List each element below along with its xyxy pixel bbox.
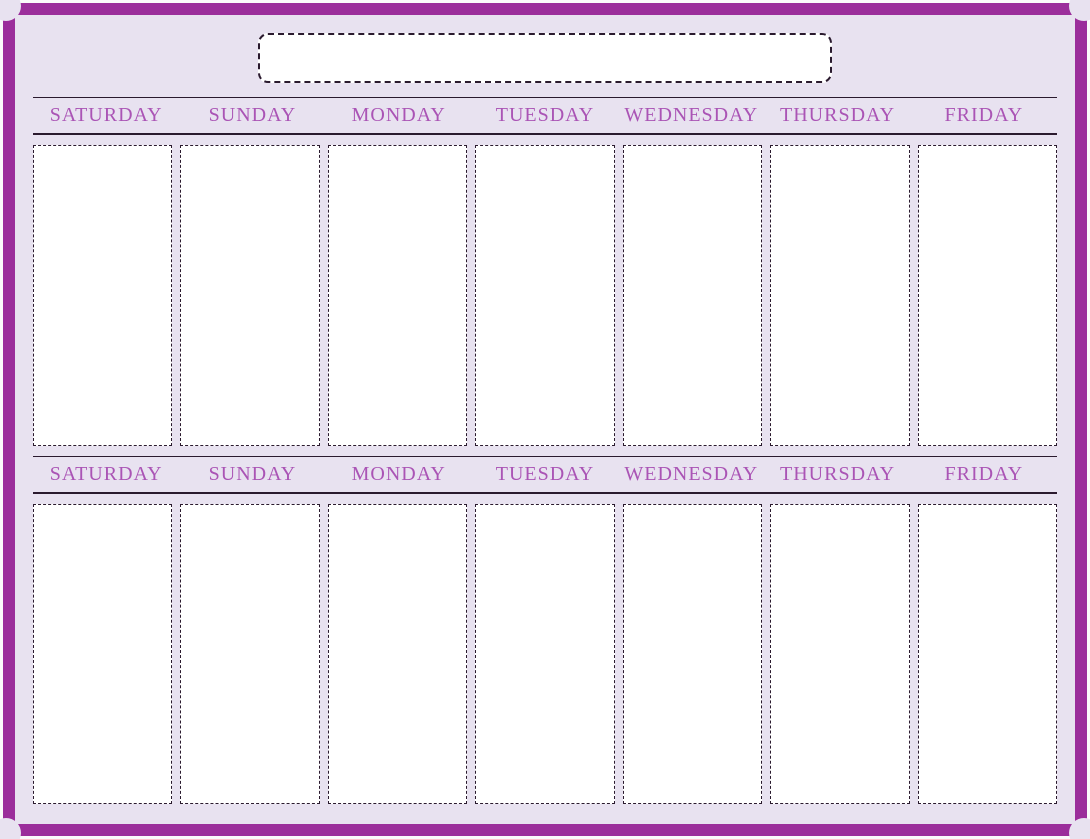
day-boxes-row	[33, 504, 1057, 805]
day-header-saturday: SATURDAY	[33, 102, 179, 129]
planner-frame: SATURDAY SUNDAY MONDAY TUESDAY WEDNESDAY…	[3, 3, 1087, 836]
day-header-wednesday: WEDNESDAY	[618, 102, 764, 129]
day-header-sunday: SUNDAY	[179, 102, 325, 129]
title-box[interactable]	[258, 33, 832, 83]
day-box-monday[interactable]	[328, 504, 467, 805]
day-headers-row: SATURDAY SUNDAY MONDAY TUESDAY WEDNESDAY…	[33, 461, 1057, 488]
day-box-friday[interactable]	[918, 145, 1057, 446]
day-header-tuesday: TUESDAY	[472, 461, 618, 488]
week-2: SATURDAY SUNDAY MONDAY TUESDAY WEDNESDAY…	[33, 456, 1057, 805]
day-box-saturday[interactable]	[33, 145, 172, 446]
planner-panel: SATURDAY SUNDAY MONDAY TUESDAY WEDNESDAY…	[15, 15, 1075, 824]
day-box-wednesday[interactable]	[623, 504, 762, 805]
day-header-tuesday: TUESDAY	[472, 102, 618, 129]
title-area	[33, 33, 1057, 83]
day-header-thursday: THURSDAY	[764, 461, 910, 488]
day-box-friday[interactable]	[918, 504, 1057, 805]
day-box-saturday[interactable]	[33, 504, 172, 805]
day-box-tuesday[interactable]	[475, 504, 614, 805]
rule-line	[33, 133, 1057, 135]
day-box-thursday[interactable]	[770, 145, 909, 446]
day-headers-row: SATURDAY SUNDAY MONDAY TUESDAY WEDNESDAY…	[33, 102, 1057, 129]
day-box-tuesday[interactable]	[475, 145, 614, 446]
day-box-monday[interactable]	[328, 145, 467, 446]
rule-line	[33, 492, 1057, 494]
day-header-monday: MONDAY	[326, 102, 472, 129]
day-box-wednesday[interactable]	[623, 145, 762, 446]
day-header-thursday: THURSDAY	[764, 102, 910, 129]
day-header-wednesday: WEDNESDAY	[618, 461, 764, 488]
rule-line	[33, 456, 1057, 457]
day-box-sunday[interactable]	[180, 145, 319, 446]
day-header-friday: FRIDAY	[911, 461, 1057, 488]
day-header-monday: MONDAY	[326, 461, 472, 488]
day-boxes-row	[33, 145, 1057, 446]
day-header-saturday: SATURDAY	[33, 461, 179, 488]
week-1: SATURDAY SUNDAY MONDAY TUESDAY WEDNESDAY…	[33, 97, 1057, 446]
day-header-sunday: SUNDAY	[179, 461, 325, 488]
rule-line	[33, 97, 1057, 98]
day-box-thursday[interactable]	[770, 504, 909, 805]
day-box-sunday[interactable]	[180, 504, 319, 805]
day-header-friday: FRIDAY	[911, 102, 1057, 129]
